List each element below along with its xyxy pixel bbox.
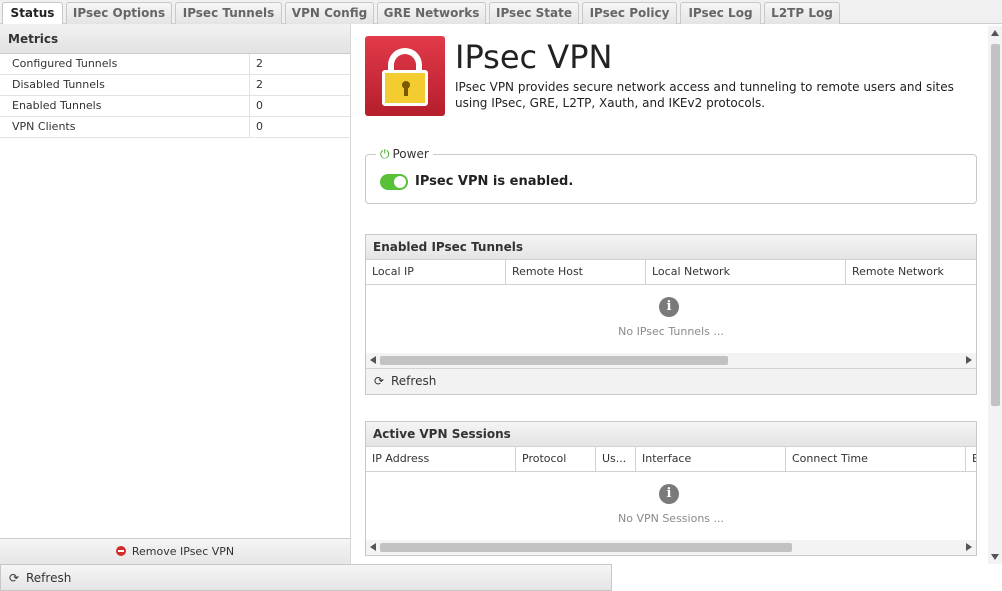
column-header-protocol[interactable]: Protocol (516, 447, 596, 471)
sessions-empty-text: No VPN Sessions ... (617, 512, 725, 525)
tab-ipsec-tunnels[interactable]: IPsec Tunnels (175, 2, 282, 24)
sessions-grid-body: i No VPN Sessions ... (366, 472, 976, 540)
metric-row[interactable]: VPN Clients 0 (0, 117, 350, 138)
tab-ipsec-policy[interactable]: IPsec Policy (582, 2, 677, 24)
remove-icon (115, 546, 126, 556)
scroll-thumb[interactable] (380, 356, 728, 365)
scroll-left-icon[interactable] (370, 356, 376, 364)
column-header-connect-time[interactable]: Connect Time (786, 447, 966, 471)
tab-vpn-config[interactable]: VPN Config (285, 2, 374, 24)
tab-l2tp-log[interactable]: L2TP Log (764, 2, 840, 24)
app-content: IPsec VPN IPsec VPN provides secure netw… (355, 26, 987, 564)
tab-ipsec-options[interactable]: IPsec Options (66, 2, 172, 24)
tunnels-grid-header: Local IP Remote Host Local Network Remot… (366, 260, 976, 285)
column-header-remote-network[interactable]: Remote Network (846, 260, 976, 284)
metric-value: 0 (256, 120, 263, 133)
tunnels-refresh-button[interactable]: ⟳ Refresh (366, 368, 976, 394)
sessions-horizontal-scrollbar[interactable] (366, 540, 976, 555)
tunnels-grid: Enabled IPsec Tunnels Local IP Remote Ho… (365, 234, 977, 395)
column-header-ip-address[interactable]: IP Address (366, 447, 516, 471)
tunnels-horizontal-scrollbar[interactable] (366, 353, 976, 368)
column-header-truncated[interactable]: E (966, 447, 976, 471)
app-title: IPsec VPN (455, 38, 613, 76)
power-legend-label: Power (392, 147, 429, 161)
metric-name: Configured Tunnels (0, 54, 250, 74)
padlock-icon (365, 36, 445, 116)
info-icon: i (659, 484, 679, 504)
tab-status[interactable]: Status (2, 2, 63, 25)
column-header-username[interactable]: Us... (596, 447, 636, 471)
metric-value: 0 (256, 99, 263, 112)
refresh-button[interactable]: ⟳ Refresh (9, 570, 71, 586)
sessions-grid-title: Active VPN Sessions (366, 422, 976, 447)
tunnels-grid-body: i No IPsec Tunnels ... (366, 285, 976, 353)
metric-value: 2 (256, 57, 263, 70)
tab-ipsec-log[interactable]: IPsec Log (680, 2, 761, 24)
sessions-grid: Active VPN Sessions IP Address Protocol … (365, 421, 977, 556)
scroll-thumb[interactable] (991, 44, 1000, 406)
scroll-thumb[interactable] (380, 543, 792, 552)
refresh-icon: ⟳ (9, 571, 20, 585)
tunnels-empty-text: No IPsec Tunnels ... (618, 325, 724, 338)
remove-label: Remove IPsec VPN (131, 545, 235, 558)
scroll-right-icon[interactable] (966, 543, 972, 551)
scroll-up-icon[interactable] (991, 30, 999, 36)
metrics-header: Metrics (0, 24, 350, 54)
scroll-down-icon[interactable] (991, 554, 999, 560)
tunnels-refresh-label: Refresh (391, 374, 437, 388)
toggle-knob (394, 176, 406, 188)
column-header-remote-host[interactable]: Remote Host (506, 260, 646, 284)
scroll-left-icon[interactable] (370, 543, 376, 551)
refresh-label: Refresh (26, 571, 72, 585)
power-legend: ⏻ Power (376, 146, 433, 162)
info-icon: i (659, 297, 679, 317)
column-header-local-ip[interactable]: Local IP (366, 260, 506, 284)
metric-row[interactable]: Disabled Tunnels 2 (0, 75, 350, 96)
scroll-right-icon[interactable] (966, 356, 972, 364)
column-header-local-network[interactable]: Local Network (646, 260, 846, 284)
power-toggle[interactable] (380, 174, 408, 190)
metric-row[interactable]: Enabled Tunnels 0 (0, 96, 350, 117)
sessions-grid-header: IP Address Protocol Us... Interface Conn… (366, 447, 976, 472)
metric-name: Enabled Tunnels (0, 96, 250, 116)
vertical-scrollbar[interactable] (988, 26, 1002, 564)
tab-bar: Status IPsec Options IPsec Tunnels VPN C… (0, 0, 1002, 25)
tunnels-grid-title: Enabled IPsec Tunnels (366, 235, 976, 260)
power-fieldset: ⏻ Power IPsec VPN is enabled. (365, 146, 977, 204)
metric-value: 2 (256, 78, 263, 91)
column-header-interface[interactable]: Interface (636, 447, 786, 471)
metric-name: VPN Clients (0, 117, 250, 137)
tab-gre-networks[interactable]: GRE Networks (377, 2, 486, 24)
power-status-text: IPsec VPN is enabled. (415, 174, 574, 189)
metric-row[interactable]: Configured Tunnels 2 (0, 54, 350, 75)
metrics-panel: Metrics Configured Tunnels 2 Disabled Tu… (0, 24, 351, 564)
remove-ipsec-vpn-button[interactable]: Remove IPsec VPN (0, 538, 350, 564)
metric-name: Disabled Tunnels (0, 75, 250, 95)
app-description: IPsec VPN provides secure network access… (455, 80, 954, 110)
power-icon: ⏻ (380, 147, 390, 161)
bottom-toolbar: ⟳ Refresh (0, 564, 612, 591)
tab-ipsec-state[interactable]: IPsec State (489, 2, 579, 24)
refresh-icon: ⟳ (374, 374, 385, 388)
